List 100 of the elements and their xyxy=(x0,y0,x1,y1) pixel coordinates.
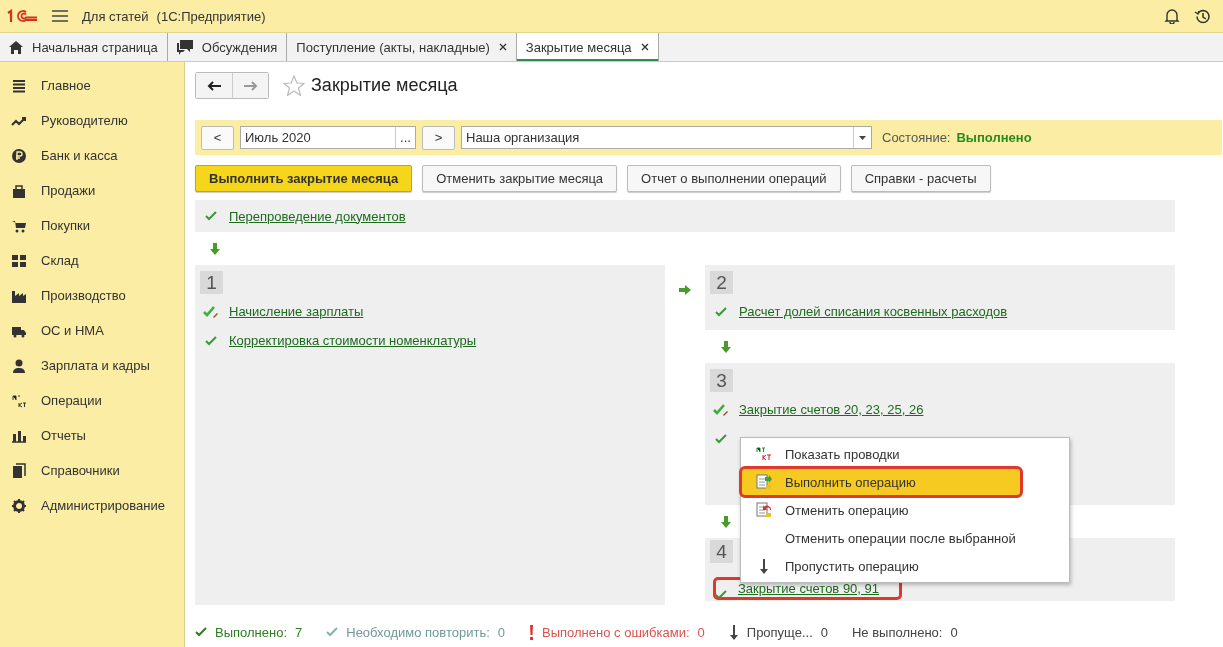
action-button[interactable]: Справки - расчеты xyxy=(850,165,991,192)
sidebar-item[interactable]: Производство xyxy=(0,278,184,313)
document-run-icon xyxy=(756,474,772,490)
tab[interactable]: Закрытие месяца xyxy=(516,33,659,61)
sidebar-item[interactable]: Администрирование xyxy=(0,488,184,523)
summary-label: Не выполнено: xyxy=(852,624,943,640)
back-arrow-icon xyxy=(207,80,221,91)
operation-link[interactable]: Закрытие счетов 20, 23, 25, 26 xyxy=(739,402,924,417)
chat-icon xyxy=(176,39,193,55)
check-icon xyxy=(713,590,729,600)
down-arrow-icon xyxy=(210,242,220,255)
app-subtitle: (1С:Предприятие) xyxy=(156,8,266,24)
action-button[interactable]: Отменить закрытие месяца xyxy=(422,165,618,192)
down-arrow-icon xyxy=(728,624,739,640)
sidebar-item[interactable]: Отчеты xyxy=(0,418,184,453)
sidebar-label: Банк и касса xyxy=(41,148,118,163)
group-number: 1 xyxy=(200,271,223,294)
person-icon xyxy=(11,357,27,374)
check-icon xyxy=(203,211,219,221)
caret-icon xyxy=(859,135,866,140)
sidebar-label: Операции xyxy=(41,393,102,408)
summary-count: 0 xyxy=(820,624,828,640)
period-field[interactable]: Июль 2020 ... xyxy=(240,126,416,149)
sidebar-item[interactable]: Покупки xyxy=(0,208,184,243)
menu-item[interactable]: Выполнить операцию xyxy=(741,468,1021,496)
sidebar-label: Отчеты xyxy=(41,428,86,443)
group-number: 4 xyxy=(710,540,733,563)
sidebar-label: Справочники xyxy=(41,463,120,478)
close-icon[interactable] xyxy=(640,43,649,51)
settings-icon xyxy=(11,497,27,514)
sidebar-item[interactable]: Операции xyxy=(0,383,184,418)
summary-label: Выполнено: xyxy=(215,624,287,640)
menu-item[interactable]: Отменить операцию xyxy=(741,496,1069,524)
organization-value: Наша организация xyxy=(465,130,581,145)
summary-count: 0 xyxy=(950,624,958,640)
tab-label: Поступление (акты, накладные) xyxy=(296,39,490,55)
summary-count: 0 xyxy=(697,624,705,640)
star-icon[interactable] xyxy=(283,75,305,96)
sidebar-item[interactable]: Справочники xyxy=(0,453,184,488)
debit-credit-icon xyxy=(11,392,27,409)
menu-icon xyxy=(11,77,27,94)
state-value: Выполнено xyxy=(956,130,1032,145)
forward-arrow-icon xyxy=(243,80,258,91)
sidebar-label: Зарплата и кадры xyxy=(41,358,150,373)
menu-label: Выполнить операцию xyxy=(785,474,916,490)
sidebar-item[interactable]: Склад xyxy=(0,243,184,278)
back-button[interactable] xyxy=(196,73,232,98)
operation-link[interactable]: Закрытие счетов 90, 91 xyxy=(738,581,880,596)
down-arrow-icon xyxy=(721,515,731,528)
sidebar-item[interactable]: Руководителю xyxy=(0,103,184,138)
next-period-button[interactable]: > xyxy=(422,125,455,150)
bell-icon[interactable] xyxy=(1164,8,1180,24)
sidebar-label: Производство xyxy=(41,288,126,303)
menu-item[interactable]: Пропустить операцию xyxy=(741,552,1069,580)
menu-item[interactable]: Отменить операции после выбранной xyxy=(741,524,1069,552)
period-value: Июль 2020 xyxy=(244,130,312,145)
menu-label: Отменить операции после выбранной xyxy=(785,530,1016,546)
books-icon xyxy=(11,462,27,479)
sidebar-label: ОС и НМА xyxy=(41,323,104,338)
summary-count: 0 xyxy=(497,624,506,640)
operation-link[interactable]: Расчет долей списания косвенных расходов xyxy=(739,304,1008,319)
sidebar-item[interactable]: Главное xyxy=(0,68,184,103)
menu-item[interactable]: Показать проводки xyxy=(741,440,1069,468)
ruble-icon xyxy=(11,147,27,164)
sidebar-item[interactable]: Продажи xyxy=(0,173,184,208)
sidebar-label: Склад xyxy=(41,253,79,268)
sidebar-item[interactable]: ОС и НМА xyxy=(0,313,184,348)
choose-button[interactable]: ... xyxy=(395,127,415,148)
grid-icon xyxy=(11,252,27,269)
document-undo-icon xyxy=(756,502,772,518)
history-icon[interactable] xyxy=(1194,7,1211,25)
operation-link[interactable]: Перепроведение документов xyxy=(229,208,406,224)
tab-label: Начальная страница xyxy=(32,39,158,55)
check-icon xyxy=(713,433,729,444)
app-title: Для статей xyxy=(82,8,149,24)
down-arrow-icon xyxy=(721,340,731,353)
operation-link[interactable]: Начисление зарплаты xyxy=(229,304,364,319)
tab-label: Обсуждения xyxy=(201,39,278,55)
right-arrow-icon xyxy=(679,285,691,295)
summary-label: Выполнено с ошибками: xyxy=(542,624,690,640)
check-icon xyxy=(326,627,339,637)
close-icon[interactable] xyxy=(498,43,507,51)
operation-link[interactable]: Корректировка стоимости номенклатуры xyxy=(229,333,477,348)
check-icon xyxy=(195,627,207,637)
previous-period-button[interactable]: < xyxy=(201,125,234,150)
bag-icon xyxy=(11,182,27,199)
sidebar-label: Покупки xyxy=(41,218,90,233)
tab-label: Закрытие месяца xyxy=(525,39,632,55)
action-button[interactable]: Отчет о выполнении операций xyxy=(627,165,841,192)
sidebar-label: Администрирование xyxy=(41,498,165,513)
action-button[interactable]: Выполнить закрытие месяца xyxy=(195,165,413,192)
menu-icon[interactable] xyxy=(52,10,68,22)
page-title: Закрытие месяца xyxy=(311,75,458,96)
sidebar-item[interactable]: Банк и касса xyxy=(0,138,184,173)
exclamation-icon xyxy=(529,624,535,640)
summary-label: Необходимо повторить: xyxy=(346,624,490,640)
menu-label: Показать проводки xyxy=(785,446,900,462)
organization-field[interactable]: Наша организация xyxy=(461,126,872,149)
sidebar-item[interactable]: Зарплата и кадры xyxy=(0,348,184,383)
menu-label: Пропустить операцию xyxy=(785,558,919,574)
